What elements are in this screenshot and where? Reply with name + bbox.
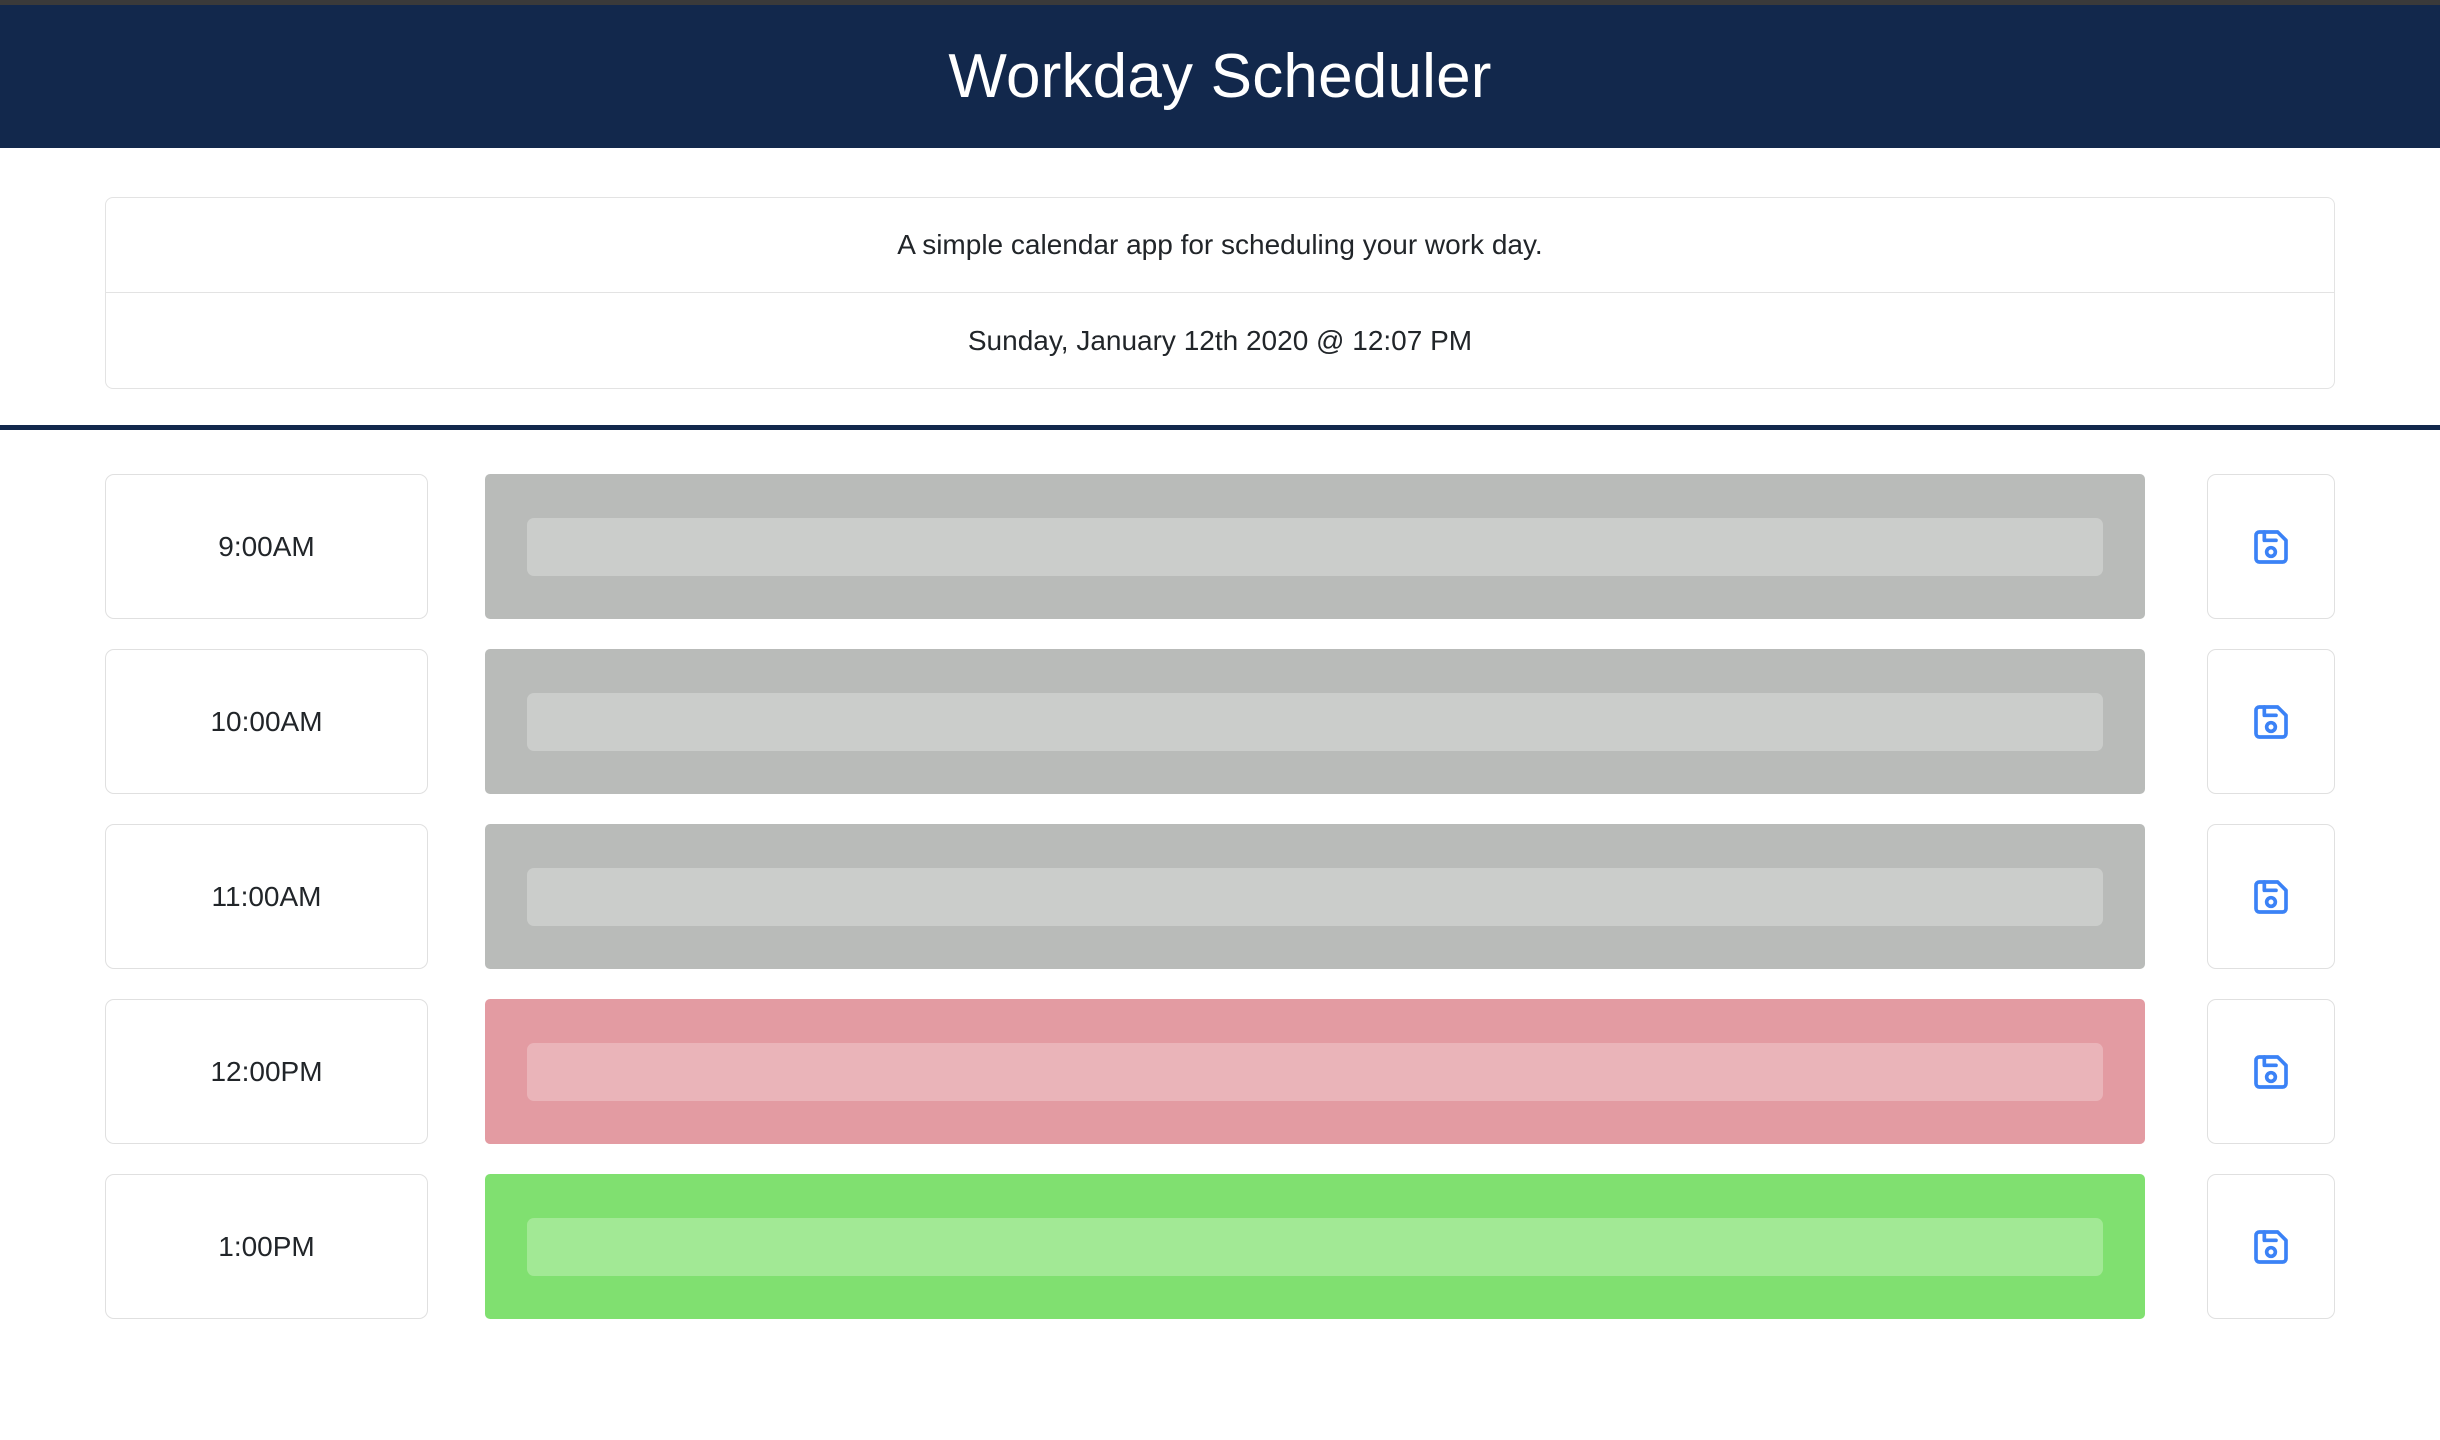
jumbotron: A simple calendar app for scheduling you… <box>0 148 2440 389</box>
schedule-slot-past[interactable] <box>485 474 2145 619</box>
schedule-text-input[interactable] <box>527 517 2103 576</box>
time-block-row: 12:00PM <box>105 999 2335 1144</box>
save-button[interactable] <box>2207 999 2335 1144</box>
save-icon <box>2251 1052 2291 1092</box>
schedule-text-input[interactable] <box>527 1217 2103 1276</box>
schedule-slot-past[interactable] <box>485 824 2145 969</box>
hour-label: 12:00PM <box>105 999 428 1144</box>
hour-label: 9:00AM <box>105 474 428 619</box>
schedule-slot-present[interactable] <box>485 999 2145 1144</box>
schedule-text-input[interactable] <box>527 867 2103 926</box>
save-button[interactable] <box>2207 824 2335 969</box>
page-title: Workday Scheduler <box>948 41 1492 111</box>
save-button[interactable] <box>2207 474 2335 619</box>
save-icon <box>2251 1227 2291 1267</box>
hour-label: 11:00AM <box>105 824 428 969</box>
tagline-card: A simple calendar app for scheduling you… <box>105 197 2335 293</box>
save-icon <box>2251 527 2291 567</box>
current-datetime-card: Sunday, January 12th 2020 @ 12:07 PM <box>105 293 2335 389</box>
time-block-row: 9:00AM <box>105 474 2335 619</box>
section-divider <box>0 425 2440 430</box>
hour-label: 10:00AM <box>105 649 428 794</box>
hour-label: 1:00PM <box>105 1174 428 1319</box>
schedule-text-input[interactable] <box>527 692 2103 751</box>
app-header: Workday Scheduler <box>0 5 2440 148</box>
time-block-row: 11:00AM <box>105 824 2335 969</box>
time-block-row: 10:00AM <box>105 649 2335 794</box>
tagline-text: A simple calendar app for scheduling you… <box>897 229 1543 260</box>
save-button[interactable] <box>2207 649 2335 794</box>
save-button[interactable] <box>2207 1174 2335 1319</box>
schedule-container: 9:00AM 10:00AM 11:00AM 12:00PM 1:00PM <box>0 474 2440 1319</box>
time-block-row: 1:00PM <box>105 1174 2335 1319</box>
save-icon <box>2251 877 2291 917</box>
schedule-slot-past[interactable] <box>485 649 2145 794</box>
schedule-slot-future[interactable] <box>485 1174 2145 1319</box>
current-datetime-text: Sunday, January 12th 2020 @ 12:07 PM <box>967 324 1473 356</box>
schedule-text-input[interactable] <box>527 1042 2103 1101</box>
save-icon <box>2251 702 2291 742</box>
